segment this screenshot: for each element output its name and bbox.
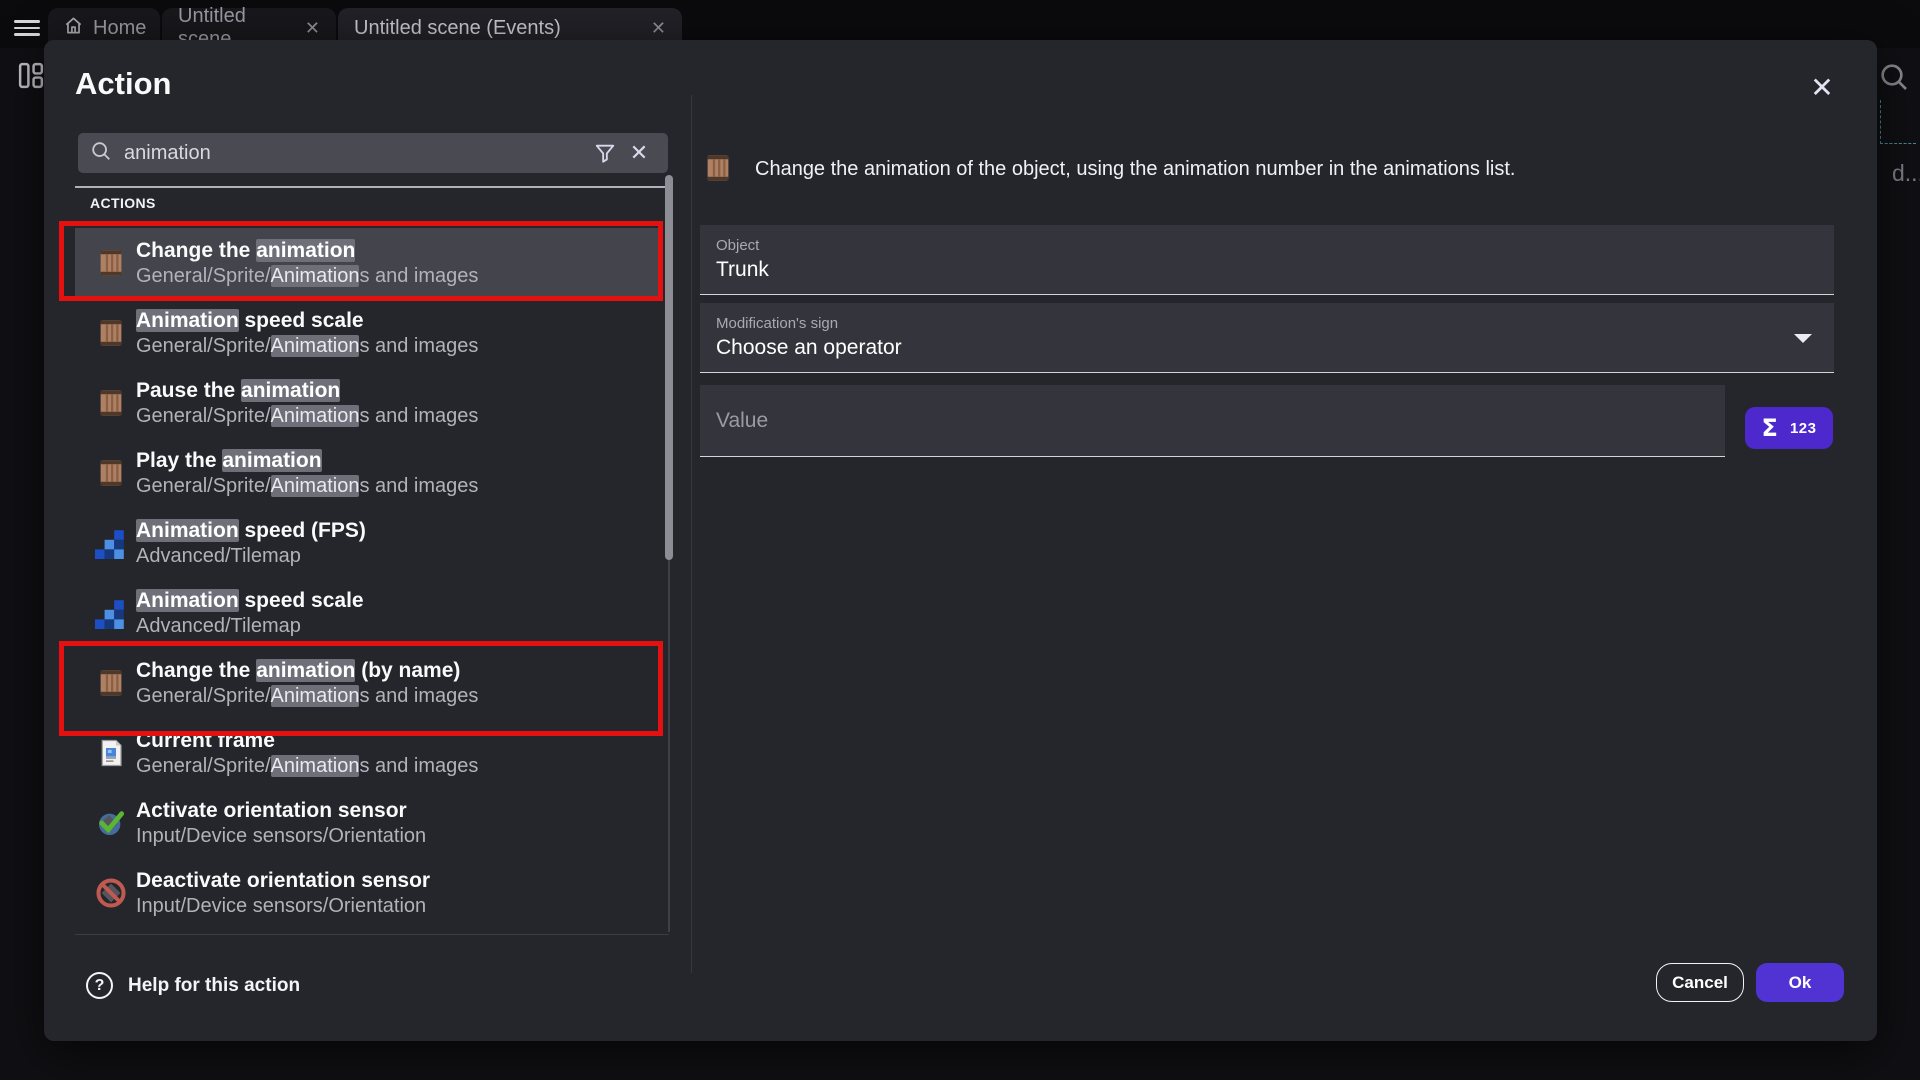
action-list-item[interactable]: Current frameGeneral/Sprite/Animations a… [75, 718, 661, 788]
action-list-item[interactable]: Change the animationGeneral/Sprite/Anima… [75, 228, 661, 298]
action-description: Change the animation of the object, usin… [755, 158, 1855, 181]
action-item-texts: Change the animation (by name)General/Sp… [136, 658, 478, 709]
help-icon: ? [86, 972, 113, 999]
sensor-on-icon [95, 807, 127, 839]
ok-button[interactable]: Ok [1756, 963, 1844, 1002]
action-item-title: Change the animation (by name) [136, 658, 478, 684]
animation-icon [95, 387, 127, 419]
action-item-texts: Play the animationGeneral/Sprite/Animati… [136, 448, 478, 499]
tab-close-icon[interactable]: ✕ [305, 18, 320, 39]
sensor-off-icon [95, 877, 127, 909]
list-bottom-divider [75, 934, 669, 935]
field-label: Modification's sign [716, 315, 1818, 332]
action-list-item[interactable]: Deactivate orientation sensorInput/Devic… [75, 858, 661, 928]
action-item-title: Change the animation [136, 238, 478, 264]
tab-label: Home [93, 17, 146, 40]
action-list: Change the animationGeneral/Sprite/Anima… [75, 228, 661, 928]
action-item-texts: Change the animationGeneral/Sprite/Anima… [136, 238, 478, 289]
animation-icon [95, 317, 127, 349]
action-list-item[interactable]: Change the animation (by name)General/Sp… [75, 648, 661, 718]
action-list-item[interactable]: Animation speed (FPS)Advanced/Tilemap [75, 508, 661, 578]
expression-editor-button[interactable]: Σ 123 [1745, 407, 1833, 449]
filter-icon[interactable] [588, 136, 622, 170]
tab-close-icon[interactable]: ✕ [651, 18, 666, 39]
action-item-subtitle: Advanced/Tilemap [136, 544, 366, 569]
hamburger-menu-icon[interactable] [14, 20, 40, 36]
frame-icon [95, 737, 127, 769]
animation-icon [95, 457, 127, 489]
chevron-down-icon [1794, 334, 1812, 343]
action-item-texts: Pause the animationGeneral/Sprite/Animat… [136, 378, 478, 429]
tab-label: Untitled scene (Events) [354, 17, 561, 40]
tilemap-icon [95, 597, 127, 629]
action-item-texts: Current frameGeneral/Sprite/Animations a… [136, 728, 478, 779]
action-item-texts: Animation speed (FPS)Advanced/Tilemap [136, 518, 366, 569]
action-item-subtitle: General/Sprite/Animations and images [136, 404, 478, 429]
value-field[interactable]: Value [700, 385, 1725, 457]
global-search-icon[interactable] [1878, 61, 1910, 98]
panels-layout-icon[interactable] [18, 60, 45, 96]
field-placeholder: Value [716, 409, 768, 433]
tilemap-icon [95, 527, 127, 559]
list-top-divider [75, 186, 669, 188]
action-item-subtitle: General/Sprite/Animations and images [136, 334, 478, 359]
action-item-title: Animation speed scale [136, 588, 364, 614]
action-item-subtitle: General/Sprite/Animations and images [136, 474, 478, 499]
action-dialog: Action ✕ ✕ ACTIONS Change the animationG… [44, 40, 1877, 1041]
action-item-subtitle: General/Sprite/Animations and images [136, 754, 478, 779]
action-list-item[interactable]: Animation speed scaleAdvanced/Tilemap [75, 578, 661, 648]
cancel-button[interactable]: Cancel [1656, 963, 1744, 1002]
home-icon [64, 16, 83, 41]
action-item-subtitle: General/Sprite/Animations and images [136, 684, 478, 709]
animation-icon [95, 667, 127, 699]
help-for-this-action-link[interactable]: ? Help for this action [86, 972, 300, 999]
action-item-subtitle: General/Sprite/Animations and images [136, 264, 478, 289]
dialog-title: Action [75, 66, 171, 102]
action-item-texts: Animation speed scaleAdvanced/Tilemap [136, 588, 364, 639]
animation-icon [95, 247, 127, 279]
search-input[interactable] [122, 141, 588, 166]
action-item-subtitle: Advanced/Tilemap [136, 614, 364, 639]
action-item-title: Animation speed (FPS) [136, 518, 366, 544]
events-selection-dashed-border [1880, 100, 1916, 144]
clipped-background-text: d... [1892, 160, 1920, 187]
action-item-title: Current frame [136, 728, 478, 754]
action-item-title: Deactivate orientation sensor [136, 868, 430, 894]
action-list-item[interactable]: Activate orientation sensorInput/Device … [75, 788, 661, 858]
action-item-title: Activate orientation sensor [136, 798, 426, 824]
clear-search-icon[interactable]: ✕ [622, 136, 656, 170]
action-list-item[interactable]: Animation speed scaleGeneral/Sprite/Anim… [75, 298, 661, 368]
action-item-title: Play the animation [136, 448, 478, 474]
action-item-subtitle: Input/Device sensors/Orientation [136, 824, 426, 849]
action-list-item[interactable]: Pause the animationGeneral/Sprite/Animat… [75, 368, 661, 438]
field-value: Trunk [716, 258, 1818, 282]
action-list-item[interactable]: Play the animationGeneral/Sprite/Animati… [75, 438, 661, 508]
list-scrollbar-thumb[interactable] [665, 175, 673, 560]
search-bar: ✕ [78, 133, 668, 173]
operator-select[interactable]: Modification's sign Choose an operator [700, 303, 1834, 373]
help-label: Help for this action [128, 975, 300, 997]
field-value: Choose an operator [716, 336, 1818, 360]
numbers-label: 123 [1790, 420, 1817, 437]
action-item-title: Pause the animation [136, 378, 478, 404]
sigma-icon: Σ [1762, 414, 1778, 442]
actions-section-header: ACTIONS [90, 195, 156, 211]
animation-icon [704, 153, 732, 188]
action-item-texts: Animation speed scaleGeneral/Sprite/Anim… [136, 308, 478, 359]
field-label: Object [716, 237, 1818, 254]
gdevelop-app: Home Untitled scene ✕ Untitled scene (Ev… [0, 0, 1920, 1080]
action-item-title: Animation speed scale [136, 308, 478, 334]
action-item-texts: Activate orientation sensorInput/Device … [136, 798, 426, 849]
object-field[interactable]: Object Trunk [700, 225, 1834, 295]
search-icon [90, 140, 112, 167]
panel-divider [691, 95, 692, 973]
close-icon[interactable]: ✕ [1802, 68, 1842, 108]
action-item-texts: Deactivate orientation sensorInput/Devic… [136, 868, 430, 919]
action-item-subtitle: Input/Device sensors/Orientation [136, 894, 430, 919]
